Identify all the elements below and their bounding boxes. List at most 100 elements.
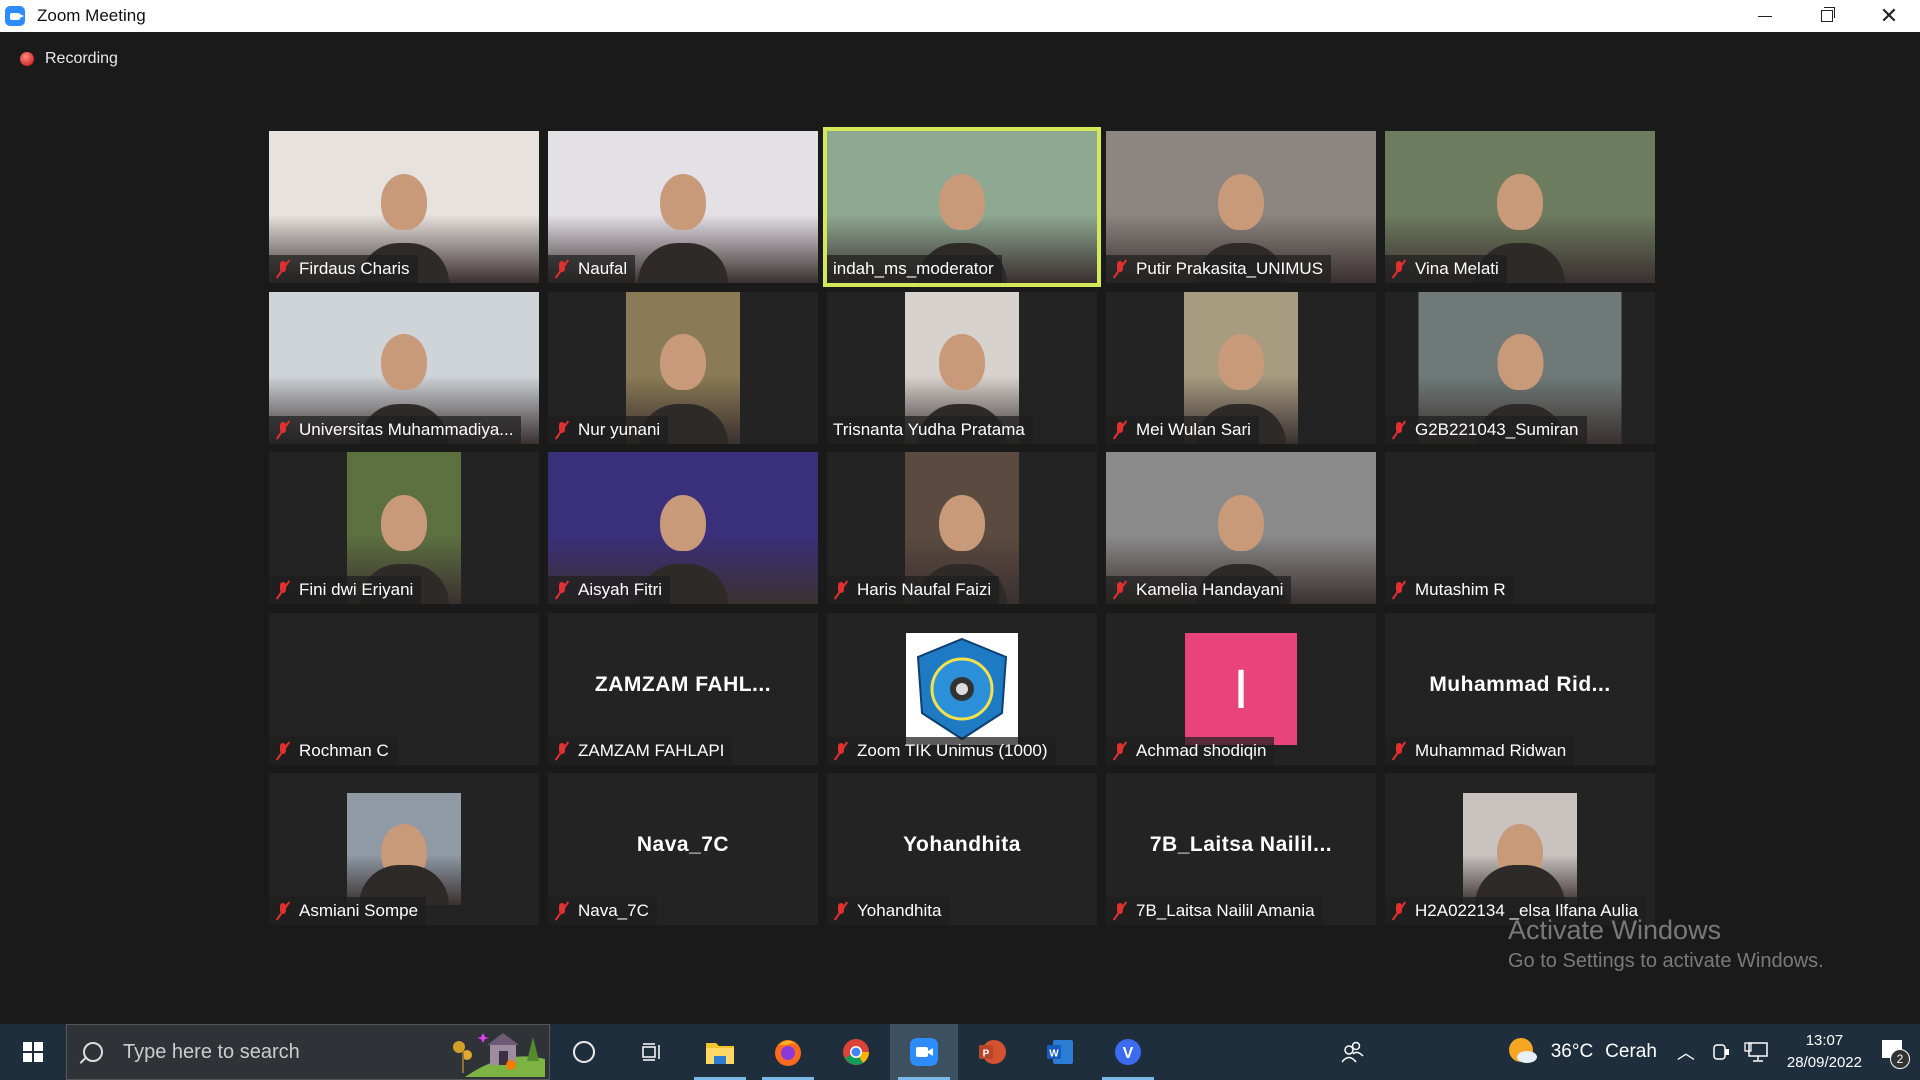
taskbar-app-v-app[interactable]: V	[1094, 1024, 1162, 1080]
participant-tile[interactable]: Universitas Muhammadiya...	[269, 291, 539, 444]
weather-widget[interactable]: 36°C Cerah	[1507, 1036, 1657, 1068]
chrome-icon	[841, 1037, 871, 1067]
participant-video	[1463, 793, 1577, 905]
clock[interactable]: 13:07 28/09/2022	[1787, 1030, 1862, 1074]
muted-mic-icon	[1112, 259, 1128, 279]
participant-tile[interactable]: Haris Naufal Faizi	[827, 452, 1097, 604]
participant-tile[interactable]: ZAMZAM FAHL... ZAMZAM FAHLAPI	[548, 612, 818, 765]
taskbar-app-file-explorer[interactable]	[686, 1024, 754, 1080]
taskbar-app-powerpoint[interactable]: P	[958, 1024, 1026, 1080]
taskbar-app-chrome[interactable]	[822, 1024, 890, 1080]
participant-name: Fini dwi Eriyani	[299, 580, 414, 599]
participant-display-name: ZAMZAM FAHL...	[594, 672, 772, 696]
participant-name: ZAMZAM FAHLAPI	[578, 740, 725, 760]
system-tray: 36°C Cerah ︿ 13:07 28/09/2022 2	[1319, 1024, 1920, 1080]
participant-name-label: Universitas Muhammadiya...	[269, 415, 522, 444]
person-silhouette	[381, 334, 427, 391]
person-silhouette	[939, 173, 985, 230]
clock-time: 13:07	[1805, 1032, 1844, 1049]
participant-tile[interactable]: 7B_Laitsa Nailil... 7B_Laitsa Nailil Aman…	[1106, 773, 1376, 925]
university-logo-icon	[906, 632, 1018, 745]
participant-tile[interactable]: Fini dwi Eriyani	[269, 452, 539, 604]
participant-tile[interactable]: Rochman C	[269, 612, 539, 765]
taskbar-app-word[interactable]: W	[1026, 1024, 1094, 1080]
participant-tile[interactable]: Mei Wulan Sari	[1106, 291, 1376, 444]
people-icon	[1341, 1041, 1364, 1063]
participant-tile[interactable]: Mutashim R	[1385, 452, 1655, 604]
participant-tile[interactable]: Yohandhita Yohandhita	[827, 773, 1097, 925]
zoom-icon	[909, 1037, 939, 1067]
restore-button[interactable]	[1796, 0, 1858, 32]
close-button[interactable]: ✕	[1858, 0, 1920, 32]
participant-tile[interactable]: H2A022134 _elsa Ilfana Aulia	[1385, 773, 1655, 925]
participant-tile[interactable]: Trisnanta Yudha Pratama	[827, 291, 1097, 444]
participant-tile[interactable]: indah_ms_moderator	[823, 127, 1101, 287]
participant-name: Asmiani Sompe	[299, 901, 419, 920]
participant-name: Mei Wulan Sari	[1136, 419, 1251, 439]
participant-tile[interactable]: Aisyah Fitri	[548, 452, 818, 604]
participant-name: Vina Melati	[1415, 259, 1499, 278]
muted-mic-icon	[1112, 901, 1128, 921]
participant-tile[interactable]: Nava_7C Nava_7C	[548, 773, 818, 925]
participant-tile[interactable]: Asmiani Sompe	[269, 773, 539, 925]
participant-tile[interactable]: I Achmad shodiqin	[1106, 612, 1376, 765]
participant-name: indah_ms_moderator	[833, 259, 994, 278]
participant-name: Universitas Muhammadiya...	[299, 419, 514, 439]
gallery-grid: Firdaus Charis Naufal indah_ms_moderator Pu…	[269, 127, 1655, 925]
zoom-camera-icon	[5, 6, 25, 26]
participant-name: Muhammad Ridwan	[1415, 740, 1567, 760]
taskbar-app-firefox[interactable]	[754, 1024, 822, 1080]
people-button[interactable]	[1319, 1024, 1387, 1080]
participant-name-label: Muhammad Ridwan	[1385, 736, 1575, 765]
participant-name: Firdaus Charis	[299, 259, 410, 278]
taskbar-app-zoom[interactable]	[890, 1024, 958, 1080]
participant-name-label: Aisyah Fitri	[548, 576, 671, 604]
taskbar-app-task-view[interactable]	[618, 1024, 686, 1080]
muted-mic-icon	[833, 740, 849, 761]
muted-mic-icon	[275, 580, 291, 600]
participant-display-name: 7B_Laitsa Nailil...	[1149, 833, 1333, 856]
recording-indicator[interactable]: Recording	[20, 50, 118, 68]
taskbar-search-box[interactable]: Type here to search	[66, 1024, 550, 1080]
notification-count-badge: 2	[1890, 1049, 1910, 1069]
participant-name-label: 7B_Laitsa Nailil Amania	[1106, 897, 1323, 925]
weather-temp: 36°C	[1550, 1041, 1594, 1062]
participant-name-label: Trisnanta Yudha Pratama	[827, 415, 1033, 444]
participant-display-name: Nava_7C	[636, 833, 730, 856]
participant-tile[interactable]: G2B221043_Sumiran	[1385, 291, 1655, 444]
participant-tile[interactable]: Putir Prakasita_UNIMUS	[1106, 131, 1376, 283]
participant-tile[interactable]: Naufal	[548, 131, 818, 283]
participant-name-label: Rochman C	[269, 736, 397, 765]
participant-name-label: Zoom TIK Unimus (1000)	[827, 736, 1056, 765]
recording-label: Recording	[45, 50, 118, 67]
participant-name-label: Nur yunani	[548, 415, 669, 444]
person-silhouette	[1497, 334, 1543, 391]
participant-tile[interactable]: Zoom TIK Unimus (1000)	[827, 612, 1097, 765]
participant-name-label: Kamelia Handayani	[1106, 576, 1292, 604]
network-icon[interactable]	[1743, 1040, 1769, 1064]
muted-mic-icon	[554, 901, 570, 921]
watermark-title: Activate Windows	[1508, 915, 1722, 945]
participant-name-label: Nava_7C	[548, 897, 657, 925]
person-silhouette	[660, 173, 706, 230]
action-center-button[interactable]: 2	[1880, 1037, 1910, 1069]
taskbar-app-cortana[interactable]	[550, 1024, 618, 1080]
participant-name-label: indah_ms_moderator	[827, 255, 1002, 283]
participant-name: Nava_7C	[578, 901, 649, 920]
participant-video	[347, 793, 461, 905]
muted-mic-icon	[275, 419, 291, 440]
word-icon: W	[1045, 1037, 1075, 1067]
participant-name: Aisyah Fitri	[578, 580, 663, 599]
participant-tile[interactable]: Nur yunani	[548, 291, 818, 444]
title-bar: Zoom Meeting ✕	[0, 0, 1920, 32]
minimize-button[interactable]	[1734, 0, 1796, 32]
participant-tile[interactable]: Kamelia Handayani	[1106, 452, 1376, 604]
participant-tile[interactable]: Vina Melati	[1385, 131, 1655, 283]
participant-tile[interactable]: Firdaus Charis	[269, 131, 539, 283]
participant-name: Yohandhita	[857, 901, 942, 920]
start-button[interactable]	[0, 1024, 66, 1080]
meet-now-icon[interactable]	[1711, 1040, 1731, 1064]
person-silhouette	[939, 494, 985, 551]
show-hidden-icons-chevron-icon[interactable]: ︿	[1677, 1039, 1695, 1065]
participant-tile[interactable]: Muhammad Rid... Muhammad Ridwan	[1385, 612, 1655, 765]
